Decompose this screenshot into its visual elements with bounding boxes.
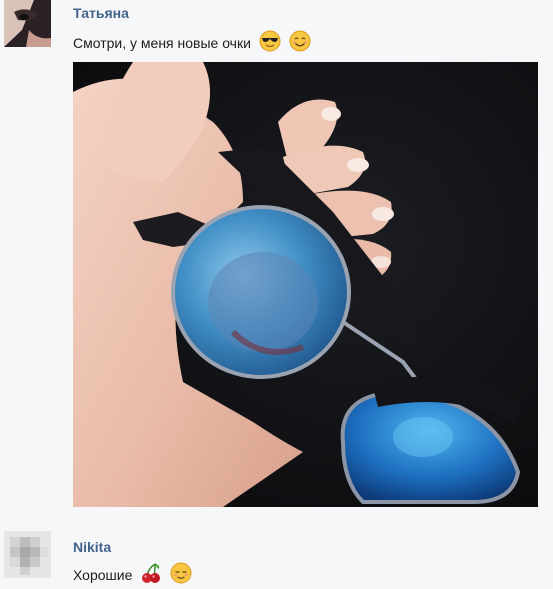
avatar[interactable] [4, 0, 51, 47]
smiling-face-emoji-icon [289, 30, 311, 56]
sunglasses-photo [73, 62, 538, 507]
author-name[interactable]: Татьяна [73, 5, 129, 21]
avatar-image-pixelated [4, 531, 51, 578]
message-tatyana: Татьяна Смотри, у меня новые очки [0, 0, 553, 515]
relieved-face-emoji-icon [170, 562, 192, 588]
message-text: Хорошие [73, 562, 192, 588]
author-name[interactable]: Nikita [73, 539, 111, 555]
cherries-emoji-icon [140, 562, 162, 588]
message-text: Смотри, у меня новые очки [73, 30, 311, 56]
sunglasses-emoji-icon [259, 30, 281, 56]
message-text-content: Смотри, у меня новые очки [73, 35, 251, 51]
message-nikita: Nikita Хорошие [0, 520, 553, 589]
message-text-content: Хорошие [73, 567, 133, 583]
avatar[interactable] [4, 531, 51, 578]
attached-photo[interactable] [73, 62, 538, 507]
avatar-image [4, 0, 51, 47]
